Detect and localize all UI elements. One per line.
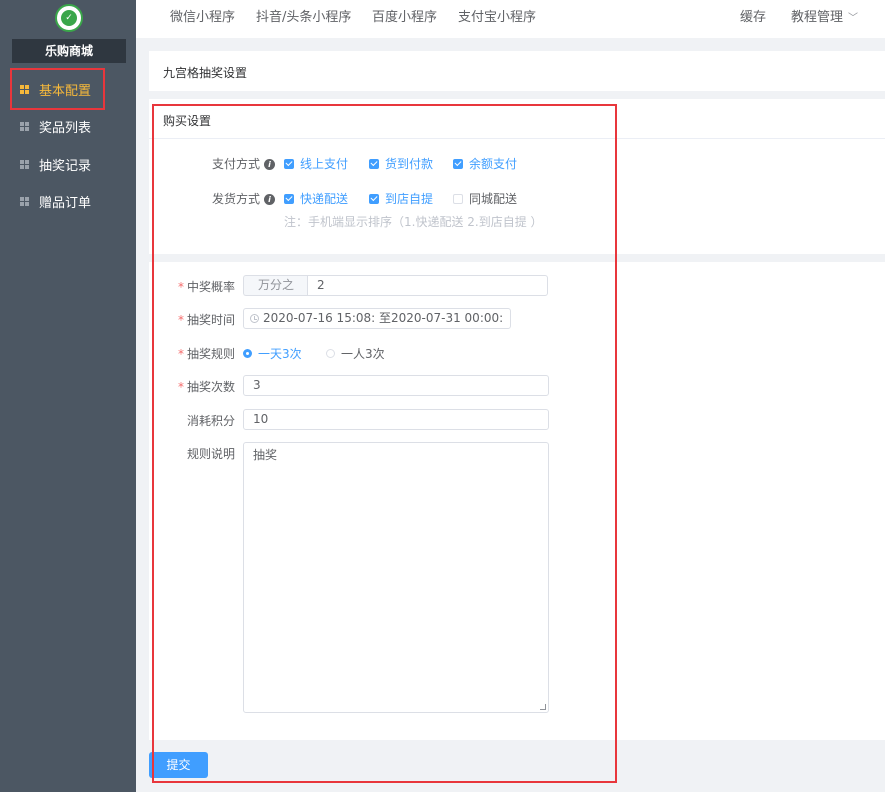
checkbox-label: 快递配送 bbox=[300, 192, 349, 206]
points-cost-label: 消耗积分 bbox=[187, 414, 236, 428]
sidebar: ✓ 乐购商城 基本配置 奖品列表 抽奖记录 赠品订单 bbox=[0, 0, 136, 792]
store-name: 乐购商城 bbox=[12, 39, 126, 63]
tab-wechat-miniprogram[interactable]: 微信小程序 bbox=[170, 0, 235, 38]
probability-label-text: 中奖概率 bbox=[187, 280, 236, 294]
submit-button[interactable]: 提交 bbox=[149, 752, 208, 778]
delivery-method-label-text: 发货方式 bbox=[212, 192, 261, 206]
grid-icon bbox=[20, 121, 29, 131]
checkbox-cash-on-delivery[interactable]: 货到付款 bbox=[369, 155, 433, 172]
checkbox-balance-payment[interactable]: 余额支付 bbox=[453, 155, 517, 172]
radio-dot bbox=[326, 349, 335, 358]
lottery-time-label: * 抽奖时间 bbox=[178, 311, 235, 328]
checkbox-label: 线上支付 bbox=[300, 157, 349, 171]
checkbox-label: 余额支付 bbox=[469, 157, 518, 171]
buy-settings-header: 购买设置 bbox=[149, 99, 885, 139]
sidebar-item-gift-orders[interactable]: 赠品订单 bbox=[0, 183, 136, 219]
chevron-down-icon: ﹀ bbox=[848, 13, 859, 24]
cache-link[interactable]: 缓存 bbox=[740, 0, 766, 38]
payment-method-label: 支付方式 i bbox=[212, 155, 276, 172]
delivery-method-label: 发货方式 i bbox=[212, 190, 276, 207]
probability-prepend: 万分之 bbox=[243, 275, 308, 296]
tab-douyin-miniprogram[interactable]: 抖音/头条小程序 bbox=[256, 0, 351, 38]
tab-baidu-miniprogram[interactable]: 百度小程序 bbox=[372, 0, 437, 38]
store-logo-icon: ✓ bbox=[55, 4, 83, 32]
buy-settings-title: 购买设置 bbox=[163, 114, 212, 128]
sidebar-item-prize-list[interactable]: 奖品列表 bbox=[0, 108, 136, 144]
checkbox-online-payment[interactable]: 线上支付 bbox=[284, 155, 348, 172]
clock-icon bbox=[250, 314, 259, 323]
checkbox-label: 到店自提 bbox=[385, 192, 434, 206]
sidebar-item-draw-records[interactable]: 抽奖记录 bbox=[0, 146, 136, 182]
lottery-rule-label: * 抽奖规则 bbox=[178, 345, 235, 362]
rule-description-text: 抽奖 bbox=[253, 448, 278, 462]
tutorial-menu-label: 教程管理 bbox=[791, 10, 844, 25]
checkbox-label: 同城配送 bbox=[469, 192, 518, 206]
info-icon[interactable]: i bbox=[264, 159, 276, 170]
tutorial-menu[interactable]: 教程管理 ﹀ bbox=[791, 0, 858, 38]
checkbox-box bbox=[284, 158, 294, 169]
points-cost-input[interactable]: 10 bbox=[243, 409, 549, 430]
radio-three-per-person[interactable]: 一人3次 bbox=[326, 345, 385, 362]
buy-settings-panel: 购买设置 bbox=[149, 99, 885, 254]
lottery-rule-label-text: 抽奖规则 bbox=[187, 347, 236, 361]
sidebar-item-label: 赠品订单 bbox=[39, 195, 92, 211]
rule-description-textarea[interactable]: 抽奖 bbox=[243, 442, 549, 713]
required-mark: * bbox=[178, 280, 184, 294]
probability-label: * 中奖概率 bbox=[178, 278, 235, 295]
checkbox-label: 货到付款 bbox=[385, 157, 434, 171]
radio-three-per-day[interactable]: 一天3次 bbox=[243, 345, 302, 362]
sidebar-item-label: 抽奖记录 bbox=[39, 158, 92, 174]
delivery-sort-note: 注：手机端显示排序（1.快递配送 2.到店自提 ） bbox=[284, 215, 543, 229]
radio-label: 一天3次 bbox=[258, 347, 302, 361]
tab-alipay-miniprogram[interactable]: 支付宝小程序 bbox=[458, 0, 536, 38]
required-mark: * bbox=[178, 313, 184, 327]
sidebar-item-label: 奖品列表 bbox=[39, 120, 92, 136]
page-title: 九宫格抽奖设置 bbox=[163, 66, 248, 80]
rule-description-label: 规则说明 bbox=[187, 447, 236, 461]
probability-input[interactable]: 2 bbox=[307, 275, 548, 296]
page-title-panel: 九宫格抽奖设置 bbox=[149, 51, 885, 91]
checkbox-box bbox=[453, 158, 463, 169]
required-mark: * bbox=[178, 380, 184, 394]
checkbox-box bbox=[453, 193, 463, 204]
payment-method-label-text: 支付方式 bbox=[212, 157, 261, 171]
checkbox-store-pickup[interactable]: 到店自提 bbox=[369, 190, 433, 207]
lottery-count-label: * 抽奖次数 bbox=[178, 378, 235, 395]
lottery-time-value: 2020-07-16 15:08: 至2020-07-31 00:00: bbox=[263, 311, 504, 325]
grid-icon bbox=[20, 196, 29, 206]
checkbox-box bbox=[369, 193, 379, 204]
radio-dot bbox=[243, 349, 252, 358]
lottery-count-label-text: 抽奖次数 bbox=[187, 380, 236, 394]
resize-handle-icon[interactable] bbox=[540, 704, 546, 710]
lottery-time-label-text: 抽奖时间 bbox=[187, 313, 236, 327]
required-mark: * bbox=[178, 347, 184, 361]
info-icon[interactable]: i bbox=[264, 194, 276, 205]
checkbox-same-city-delivery[interactable]: 同城配送 bbox=[453, 190, 517, 207]
checkbox-box bbox=[369, 158, 379, 169]
checkbox-box bbox=[284, 193, 294, 204]
checkbox-express-delivery[interactable]: 快递配送 bbox=[284, 190, 348, 207]
top-nav-bar: 微信小程序 抖音/头条小程序 百度小程序 支付宝小程序 缓存 教程管理 ﹀ bbox=[136, 0, 885, 38]
lottery-count-input[interactable]: 3 bbox=[243, 375, 549, 396]
grid-icon bbox=[20, 159, 29, 169]
highlight-box-sidebar bbox=[10, 68, 105, 110]
radio-label: 一人3次 bbox=[341, 347, 385, 361]
lottery-time-range-picker[interactable]: 2020-07-16 15:08: 至2020-07-31 00:00: bbox=[243, 308, 511, 329]
